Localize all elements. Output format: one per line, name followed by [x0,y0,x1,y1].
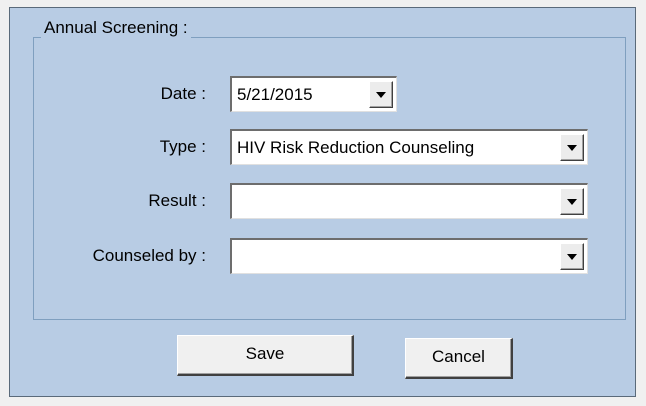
save-button[interactable]: Save [177,335,354,376]
result-dropdown[interactable] [230,183,588,219]
date-dropdown-button[interactable] [369,81,393,108]
type-dropdown[interactable]: HIV Risk Reduction Counseling [230,129,588,165]
chevron-down-icon [376,92,386,98]
cancel-button[interactable]: Cancel [405,338,513,379]
chevron-down-icon [567,199,577,205]
type-label: Type : [159,137,206,156]
annual-screening-dialog: Annual Screening : Date : 5/21/2015 Type… [9,7,636,397]
result-dropdown-button[interactable] [560,188,584,215]
chevron-down-icon [567,145,577,151]
counseled-by-dropdown-button[interactable] [560,243,584,270]
chevron-down-icon [567,254,577,260]
date-value: 5/21/2015 [237,85,313,104]
type-dropdown-button[interactable] [560,134,584,161]
type-value: HIV Risk Reduction Counseling [237,138,475,157]
counseled-by-label: Counseled by : [92,246,206,265]
date-dropdown[interactable]: 5/21/2015 [230,76,397,112]
counseled-by-dropdown[interactable] [230,238,588,274]
result-label: Result : [148,191,206,210]
date-label: Date : [160,84,206,103]
group-legend: Annual Screening : [41,18,191,38]
